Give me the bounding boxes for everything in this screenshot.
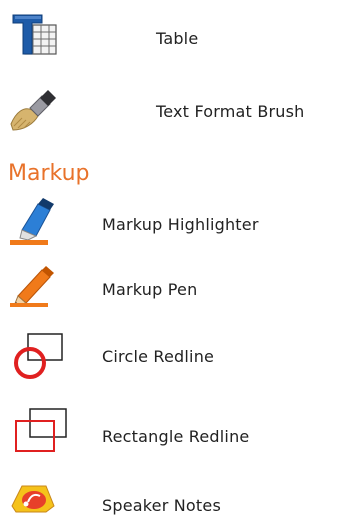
markup-pen-label: Markup Pen — [102, 280, 198, 299]
text-format-brush-label: Text Format Brush — [156, 102, 305, 121]
tools-list: { "tools": { "table": { "label": "Table"… — [0, 0, 357, 520]
speaker-notes-icon — [11, 485, 55, 513]
circle-redline-label: Circle Redline — [102, 347, 215, 366]
rectangle-redline-label: Rectangle Redline — [102, 427, 250, 446]
markup-highlighter-label: Markup Highlighter — [102, 215, 259, 234]
table-label: Table — [156, 29, 199, 48]
rectangle-redline-icon — [15, 408, 67, 452]
highlighter-icon — [10, 198, 54, 245]
table-icon — [12, 14, 57, 55]
markup-section-title: Markup — [8, 161, 90, 186]
pen-icon — [10, 266, 54, 307]
circle-redline-icon — [14, 333, 63, 379]
format-brush-icon — [10, 90, 56, 131]
speaker-notes-label: Speaker Notes — [102, 496, 221, 515]
